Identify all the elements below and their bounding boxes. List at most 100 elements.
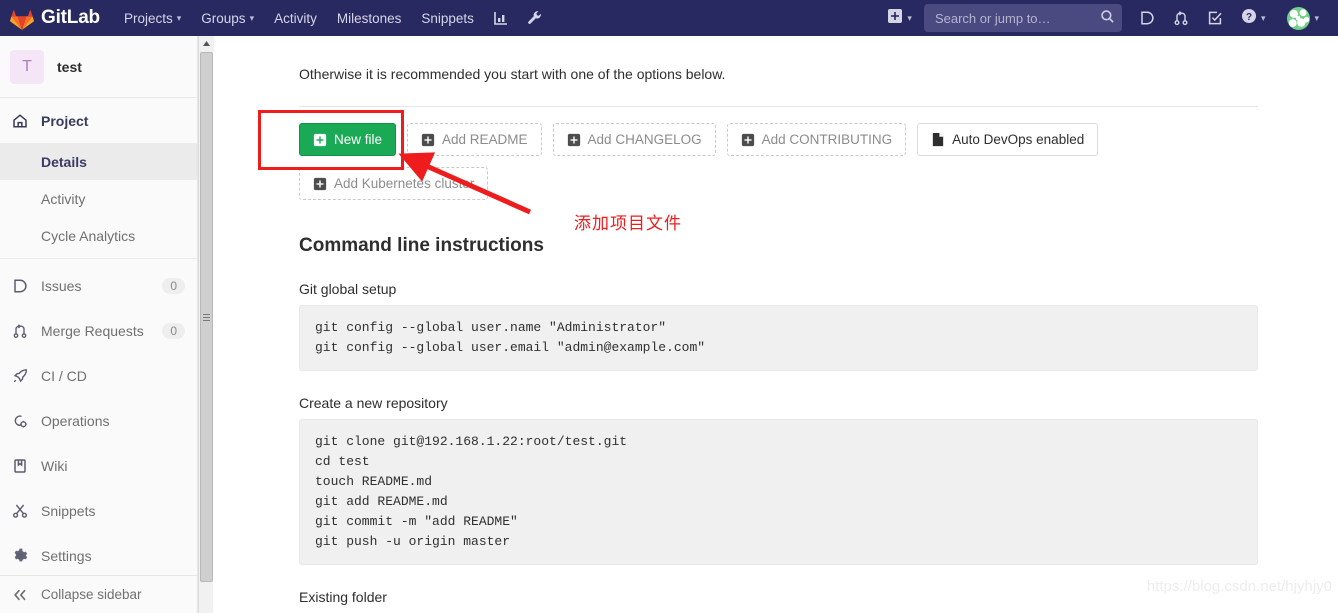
nav-projects-label: Projects [123, 10, 173, 26]
gitlab-fox-icon [10, 7, 34, 30]
project-avatar: T [10, 49, 44, 84]
home-icon [12, 113, 32, 129]
sidebar-item-details[interactable]: Details [0, 143, 197, 180]
auto-devops-button[interactable]: Auto DevOps enabled [917, 123, 1099, 156]
gear-icon [12, 548, 32, 564]
page-root: GitLab Projects ▾ Groups ▾ Activity Mile… [0, 0, 1338, 613]
issues-icon [12, 278, 32, 294]
sidebar-item-project-label: Project [41, 112, 89, 129]
main-content: Otherwise it is recommended you start wi… [214, 36, 1338, 613]
sidebar-item-activity-label: Activity [41, 190, 86, 207]
avatar [1287, 6, 1311, 30]
quick-actions-row-1: New file Add README Add CHANGELOG Add CO… [299, 107, 1258, 156]
search-icon[interactable] [1100, 9, 1115, 29]
doc-icon [931, 132, 945, 147]
help-menu[interactable]: ? ▾ [1232, 0, 1275, 36]
add-contributing-button[interactable]: Add CONTRIBUTING [726, 123, 907, 156]
section-title-command-line: Command line instructions [299, 235, 544, 256]
heading-git-global-setup: Git global setup [299, 281, 397, 297]
wrench-icon[interactable] [518, 0, 552, 36]
gitlab-logo[interactable]: GitLab [10, 0, 100, 36]
new-file-button[interactable]: New file [299, 123, 397, 156]
nav-groups[interactable]: Groups ▾ [191, 0, 264, 36]
sidebar-item-wiki[interactable]: Wiki [0, 443, 197, 488]
merge-request-icon[interactable] [1164, 0, 1198, 36]
nav-snippets[interactable]: Snippets [411, 0, 484, 36]
navbar-right: ▾ Search or jump to… ? ▾ ▾ [881, 0, 1338, 36]
sidebar-item-details-label: Details [41, 153, 87, 170]
collapse-sidebar-label: Collapse sidebar [41, 587, 142, 602]
chevron-down-icon: ▾ [907, 12, 912, 23]
issues-icon[interactable] [1130, 0, 1164, 36]
double-chevron-left-icon [12, 588, 32, 602]
navbar-links: Projects ▾ Groups ▾ Activity Milestones … [114, 0, 552, 36]
scrollbar-grip-icon [203, 312, 210, 323]
sidebar-item-ci-cd-label: CI / CD [41, 367, 87, 384]
sidebar-item-operations[interactable]: Operations [0, 398, 197, 443]
rocket-icon [12, 368, 32, 384]
sidebar-item-merge-requests-label: Merge Requests [41, 322, 144, 339]
help-circle-icon: ? [1241, 8, 1257, 29]
add-changelog-button[interactable]: Add CHANGELOG [552, 123, 716, 156]
sidebar-item-snippets[interactable]: Snippets [0, 488, 197, 533]
analytics-chart-icon[interactable] [484, 0, 518, 36]
gitlab-brand-text: GitLab [41, 7, 100, 28]
auto-devops-label: Auto DevOps enabled [952, 132, 1085, 147]
sidebar-item-issues[interactable]: Issues 0 [0, 263, 197, 308]
content-inner: Otherwise it is recommended you start wi… [214, 36, 1338, 613]
scrollbar-thumb[interactable] [200, 52, 213, 582]
nav-milestones[interactable]: Milestones [327, 0, 412, 36]
sidebar-item-cycle-analytics-label: Cycle Analytics [41, 227, 136, 244]
project-name: test [57, 58, 82, 75]
quick-actions-row-2: Add Kubernetes cluster [299, 156, 1258, 200]
nav-projects[interactable]: Projects ▾ [114, 0, 191, 36]
sidebar-item-settings[interactable]: Settings [0, 533, 197, 578]
sidebar-item-merge-requests[interactable]: Merge Requests 0 [0, 308, 197, 353]
add-readme-button[interactable]: Add README [407, 123, 542, 156]
sidebar-project-header[interactable]: T test [0, 36, 197, 98]
book-icon [12, 458, 32, 474]
plus-square-icon [741, 133, 755, 147]
scroll-up-arrow-icon[interactable] [199, 36, 214, 51]
add-readme-label: Add README [442, 132, 528, 147]
nav-groups-label: Groups [201, 10, 246, 26]
sidebar-scrollbar[interactable] [198, 36, 214, 613]
chevron-down-icon: ▾ [176, 12, 182, 23]
search-input[interactable] [923, 4, 1122, 32]
add-contributing-label: Add CONTRIBUTING [761, 132, 893, 147]
add-changelog-label: Add CHANGELOG [587, 132, 702, 147]
user-menu[interactable]: ▾ [1274, 0, 1328, 36]
search-box[interactable] [923, 4, 1122, 32]
sidebar-item-wiki-label: Wiki [41, 457, 68, 474]
heading-existing-folder: Existing folder [299, 589, 387, 605]
sidebar-item-activity[interactable]: Activity [0, 180, 197, 217]
todo-checkmark-icon[interactable] [1198, 0, 1232, 36]
nav-activity[interactable]: Activity [264, 0, 327, 36]
chevron-down-icon: ▾ [1314, 12, 1319, 23]
merge-requests-count-badge: 0 [162, 322, 185, 339]
scissors-icon [12, 503, 32, 519]
project-sidebar: T test Project Details Activity Cycle An… [0, 36, 198, 613]
plus-square-icon [313, 177, 327, 191]
add-kubernetes-cluster-button[interactable]: Add Kubernetes cluster [299, 167, 489, 200]
sidebar-item-project[interactable]: Project [0, 98, 197, 143]
chevron-down-icon: ▾ [249, 12, 255, 23]
svg-text:?: ? [1246, 12, 1252, 23]
operations-icon [12, 413, 32, 429]
sidebar-item-cycle-analytics[interactable]: Cycle Analytics [0, 217, 197, 254]
add-kubernetes-cluster-label: Add Kubernetes cluster [334, 176, 475, 191]
lead-text: Otherwise it is recommended you start wi… [299, 66, 726, 82]
sidebar-item-operations-label: Operations [41, 412, 110, 429]
issues-count-badge: 0 [162, 277, 185, 294]
sidebar-item-snippets-label: Snippets [41, 502, 96, 519]
sidebar-item-settings-label: Settings [41, 547, 92, 564]
sidebar-item-ci-cd[interactable]: CI / CD [0, 353, 197, 398]
sidebar-divider [0, 258, 197, 259]
sidebar-nav: Project Details Activity Cycle Analytics… [0, 98, 197, 578]
collapse-sidebar-button[interactable]: Collapse sidebar [0, 575, 197, 613]
code-block-create-new-repository[interactable]: git clone git@192.168.1.22:root/test.git… [299, 419, 1258, 565]
new-dropdown-button[interactable]: ▾ [881, 0, 918, 36]
sidebar-item-issues-label: Issues [41, 277, 82, 294]
code-block-git-global-setup[interactable]: git config --global user.name "Administr… [299, 305, 1258, 371]
new-file-label: New file [334, 132, 383, 147]
